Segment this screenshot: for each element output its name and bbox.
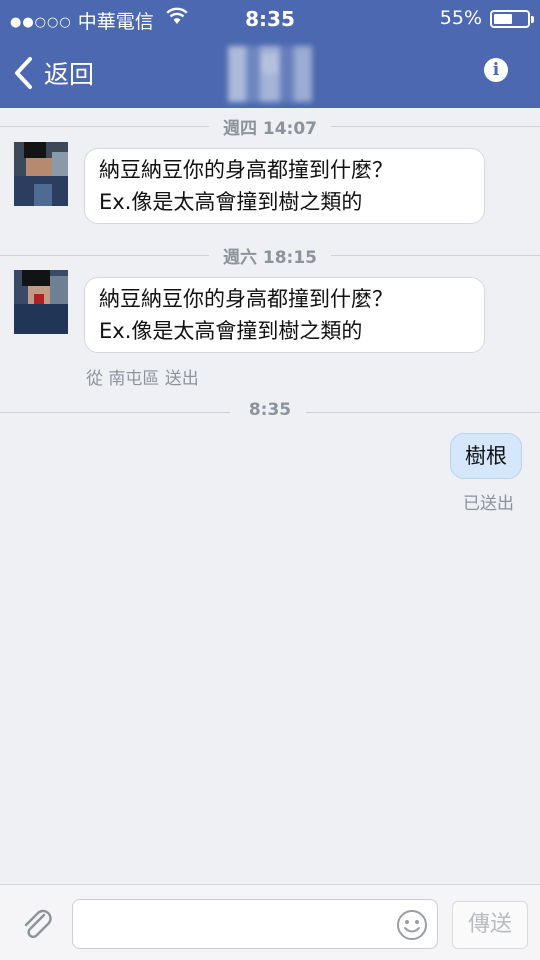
send-button[interactable]: 傳送 (452, 901, 528, 949)
back-button[interactable]: 返回 (12, 54, 94, 92)
timestamp-divider: 8:35 (0, 400, 540, 424)
timestamp: 週六 18:15 (208, 248, 332, 268)
timestamp-divider: 週六 18:15 (0, 243, 540, 268)
smiley-icon[interactable] (396, 909, 428, 941)
avatar[interactable] (14, 142, 68, 206)
contact-name: 蔡 (258, 54, 281, 79)
message-text: 樹根 (465, 444, 507, 468)
paperclip-icon[interactable] (20, 907, 56, 943)
timestamp: 8:35 (234, 400, 306, 420)
back-label: 返回 (44, 60, 95, 89)
avatar[interactable] (14, 270, 68, 334)
location-note: 從 南屯區 送出 (86, 369, 199, 389)
message-input[interactable] (72, 899, 438, 949)
message-line: Ex.像是太高會撞到樹之類的 (99, 319, 363, 343)
incoming-message-bubble[interactable]: 納豆納豆你的身高都撞到什麼？ Ex.像是太高會撞到樹之類的 (84, 277, 485, 353)
message-line: Ex.像是太高會撞到樹之類的 (99, 190, 363, 214)
timestamp: 週四 14:07 (208, 119, 332, 139)
status-bar: ●●○○○ 中華電信 8:35 55% (0, 0, 540, 38)
chevron-left-icon (15, 57, 32, 89)
message-line: 納豆納豆你的身高都撞到什麼？ (99, 287, 393, 311)
delivery-status: 已送出 (463, 494, 514, 514)
timestamp-divider: 週四 14:07 (0, 114, 540, 139)
battery-icon (490, 10, 534, 28)
nav-bar: 返回 蔡 i (0, 38, 540, 108)
outgoing-message-bubble[interactable]: 樹根 (450, 433, 522, 479)
message-line: 納豆納豆你的身高都撞到什麼？ (99, 158, 393, 182)
composer-bar: 傳送 (0, 884, 540, 960)
battery-percentage: 55% (439, 7, 482, 29)
contact-name-blurred[interactable]: 蔡 (220, 46, 320, 102)
info-icon[interactable]: i (484, 58, 508, 82)
incoming-message-bubble[interactable]: 納豆納豆你的身高都撞到什麼？ Ex.像是太高會撞到樹之類的 (84, 148, 485, 224)
